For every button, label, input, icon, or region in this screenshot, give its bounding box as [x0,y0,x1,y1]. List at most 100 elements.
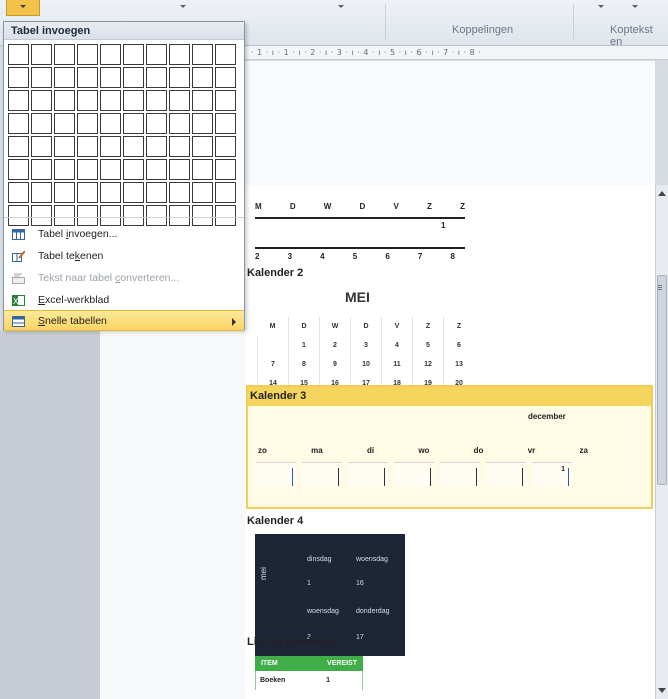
table-grid-cell[interactable] [8,159,29,180]
table-grid-cell[interactable] [146,182,167,203]
table-grid-cell[interactable] [100,159,121,180]
menu-item-text-to-table[interactable]: Tekst naar tabel converteren... [4,268,244,289]
table-grid-cell[interactable] [77,113,98,134]
table-grid-cell[interactable] [215,182,236,203]
table-grid-cell[interactable] [77,182,98,203]
chevron-down-icon[interactable] [632,5,638,8]
chevron-down-icon[interactable] [180,5,186,8]
table-grid-cell[interactable] [77,90,98,111]
table-grid-cell[interactable] [100,205,121,226]
table-grid-cell[interactable] [54,182,75,203]
table-grid-cell[interactable] [31,44,52,65]
chevron-down-icon[interactable] [598,5,604,8]
table-grid-cell[interactable] [215,159,236,180]
table-grid-cell[interactable] [169,113,190,134]
scroll-up-icon[interactable] [658,191,666,196]
table-grid-cell[interactable] [192,136,213,157]
table-grid-cell[interactable] [54,205,75,226]
page-header-area[interactable] [245,61,655,185]
table-grid-cell[interactable] [77,44,98,65]
table-grid-cell[interactable] [215,67,236,88]
k2-calendar-grid[interactable]: M D W D V Z Z 1 2 3 4 5 6 7 8 9 10 11 12 13 14 15 16 17 18 19 20 [257,317,474,393]
table-grid-cell[interactable] [8,136,29,157]
menu-item-insert-table[interactable]: Tabel invoegen... [4,224,244,245]
table-grid-cell[interactable] [215,205,236,226]
table-grid-cell[interactable] [169,67,190,88]
table-grid-cell[interactable] [54,44,75,65]
table-grid-cell[interactable] [146,90,167,111]
table-grid-cell[interactable] [77,159,98,180]
table-grid-cell[interactable] [77,205,98,226]
table-grid-cell[interactable] [8,67,29,88]
table-grid-cell[interactable] [123,205,144,226]
scroll-down-icon[interactable] [658,688,666,693]
table-grid-cell[interactable] [146,205,167,226]
scroll-thumb[interactable] [657,275,667,485]
table-size-grid[interactable] [8,44,236,226]
table-grid-cell[interactable] [146,136,167,157]
table-grid-cell[interactable] [169,205,190,226]
table-grid-cell[interactable] [31,136,52,157]
table-grid-cell[interactable] [169,44,190,65]
table-grid-cell[interactable] [100,113,121,134]
table-grid-cell[interactable] [192,44,213,65]
table-grid-cell[interactable] [77,136,98,157]
table-grid-cell[interactable] [215,90,236,111]
table-grid-cell[interactable] [123,182,144,203]
table-grid-cell[interactable] [100,182,121,203]
list-table[interactable]: ITEM VEREIST Boeken 1 [255,656,363,690]
table-grid-cell[interactable] [100,67,121,88]
chevron-down-icon[interactable] [338,5,344,8]
table-grid-cell[interactable] [31,67,52,88]
table-grid-cell[interactable] [8,90,29,111]
table-grid-cell[interactable] [8,44,29,65]
table-grid-cell[interactable] [192,67,213,88]
table-grid-cell[interactable] [123,67,144,88]
table-grid-cell[interactable] [54,136,75,157]
vertical-scrollbar[interactable] [655,185,668,699]
table-grid-cell[interactable] [100,44,121,65]
table-grid-cell[interactable] [8,113,29,134]
table-grid-cell[interactable] [54,159,75,180]
table-grid-cell[interactable] [31,90,52,111]
table-grid-cell[interactable] [77,67,98,88]
menu-item-excel-sheet[interactable]: X Excel-werkblad [4,290,244,311]
table-grid-cell[interactable] [215,136,236,157]
table-grid-cell[interactable] [100,136,121,157]
table-grid-cell[interactable] [31,113,52,134]
menu-item-quick-tables[interactable]: Snelle tabellen [4,310,244,331]
table-dropdown-button[interactable] [6,0,40,16]
table-grid-cell[interactable] [146,67,167,88]
table-grid-cell[interactable] [146,44,167,65]
document-page[interactable]: MDWDVZZ 1 2345678 Kalender 2 MEI MDWDVZZ… [245,185,655,699]
table-grid-cell[interactable] [146,159,167,180]
table-grid-cell[interactable] [123,113,144,134]
table-grid-cell[interactable] [31,205,52,226]
table-grid-cell[interactable] [169,136,190,157]
table-grid-cell[interactable] [123,159,144,180]
k3-highlighted-preview[interactable]: Kalender 3 december zo ma di wo do vr za 1 [246,385,653,509]
table-grid-cell[interactable] [169,90,190,111]
table-grid-cell[interactable] [192,90,213,111]
table-grid-cell[interactable] [123,44,144,65]
table-grid-cell[interactable] [31,182,52,203]
horizontal-ruler[interactable]: · 1 · ı · 1 · ı · 2 · ı · 3 · ı · 4 · ı … [245,46,668,60]
table-grid-cell[interactable] [123,90,144,111]
table-grid-cell[interactable] [8,205,29,226]
table-grid-cell[interactable] [192,159,213,180]
table-grid-cell[interactable] [8,182,29,203]
table-grid-cell[interactable] [169,182,190,203]
table-grid-cell[interactable] [54,67,75,88]
table-grid-cell[interactable] [100,90,121,111]
table-grid-cell[interactable] [215,44,236,65]
table-grid-cell[interactable] [31,159,52,180]
table-grid-cell[interactable] [192,205,213,226]
table-grid-cell[interactable] [146,113,167,134]
table-grid-cell[interactable] [192,182,213,203]
table-grid-cell[interactable] [192,113,213,134]
menu-item-draw-table[interactable]: Tabel tekenen [4,246,244,267]
table-grid-cell[interactable] [123,136,144,157]
table-grid-cell[interactable] [169,159,190,180]
table-grid-cell[interactable] [54,113,75,134]
table-grid-cell[interactable] [215,113,236,134]
